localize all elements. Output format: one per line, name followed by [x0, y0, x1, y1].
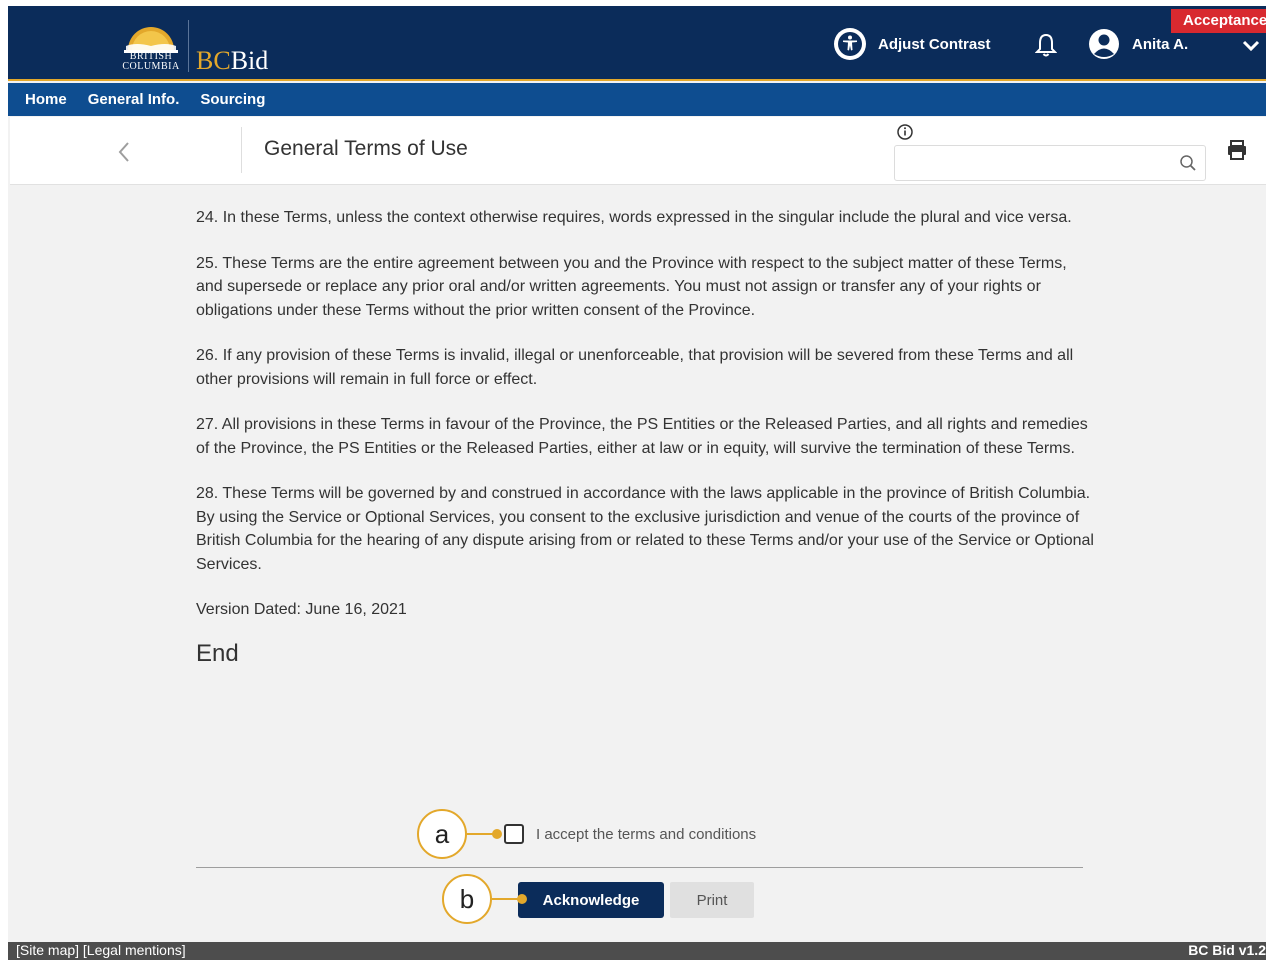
- user-avatar-icon: [1089, 29, 1119, 59]
- nav-sourcing[interactable]: Sourcing: [200, 91, 265, 108]
- logo-text: BRITISH COLUMBIA: [120, 52, 182, 72]
- info-icon[interactable]: [896, 123, 914, 141]
- brand-bc: BC: [196, 46, 231, 75]
- bc-sun-logo: [124, 27, 178, 53]
- search-icon[interactable]: [1179, 154, 1197, 172]
- chevron-down-icon[interactable]: [1241, 38, 1261, 54]
- terms-end: End: [196, 639, 239, 667]
- header-divider: [241, 127, 242, 173]
- callout-b: b: [442, 874, 492, 924]
- printer-icon[interactable]: [1226, 139, 1248, 161]
- main-nav: Home General Info. Sourcing: [8, 83, 1266, 116]
- callout-a-dot: [492, 829, 502, 839]
- logo-divider: [188, 20, 189, 72]
- accept-terms-checkbox[interactable]: [504, 824, 524, 844]
- adjust-contrast-button[interactable]: Adjust Contrast: [834, 28, 991, 60]
- top-header: BRITISH COLUMBIA BCBid Adjust Contrast A…: [8, 6, 1266, 81]
- page-header: General Terms of Use: [10, 117, 1266, 185]
- search-input[interactable]: [903, 147, 1173, 179]
- footer-links[interactable]: [Site map] [Legal mentions]: [16, 942, 186, 958]
- terms-paragraph: 24. In these Terms, unless the context o…: [196, 209, 1072, 226]
- app-window: BRITISH COLUMBIA BCBid Adjust Contrast A…: [8, 6, 1266, 960]
- version-dated: Version Dated: June 16, 2021: [196, 601, 407, 618]
- terms-paragraph: 25. These Terms are the entire agreement…: [196, 254, 1067, 319]
- acknowledge-button[interactable]: Acknowledge: [518, 882, 664, 918]
- terms-paragraph: 28. These Terms will be governed by and …: [196, 485, 1094, 573]
- page-title: General Terms of Use: [264, 137, 468, 160]
- nav-general-info[interactable]: General Info.: [88, 91, 180, 108]
- terms-paragraph: 26. If any provision of these Terms is i…: [196, 347, 1074, 388]
- accept-terms-row[interactable]: I accept the terms and conditions: [504, 824, 756, 844]
- terms-paragraph: 27. All provisions in these Terms in fav…: [196, 416, 1088, 457]
- bcbid-logo[interactable]: BRITISH COLUMBIA BCBid: [116, 16, 276, 76]
- adjust-contrast-label: Adjust Contrast: [878, 35, 991, 53]
- brand-name: BCBid: [196, 46, 268, 76]
- logo-line2: COLUMBIA: [122, 61, 180, 72]
- user-name: Anita A.: [1132, 35, 1189, 53]
- print-button[interactable]: Print: [670, 882, 754, 918]
- footer-bar: [Site map] [Legal mentions] BC Bid v1.2: [8, 942, 1266, 960]
- nav-home[interactable]: Home: [25, 91, 67, 108]
- footer-version: BC Bid v1.2: [1188, 942, 1266, 958]
- brand-bid: Bid: [230, 46, 269, 75]
- terms-content: 24. In these Terms, unless the context o…: [196, 206, 1096, 668]
- accessibility-icon: [834, 28, 866, 60]
- search-box: [894, 145, 1206, 181]
- chevron-left-icon[interactable]: [116, 139, 132, 165]
- divider-line: [196, 867, 1083, 868]
- bell-icon[interactable]: [1035, 32, 1057, 58]
- callout-a: a: [417, 809, 467, 859]
- environment-badge: Acceptance: [1171, 9, 1266, 33]
- accept-terms-label[interactable]: I accept the terms and conditions: [536, 826, 756, 843]
- callout-b-dot: [517, 894, 527, 904]
